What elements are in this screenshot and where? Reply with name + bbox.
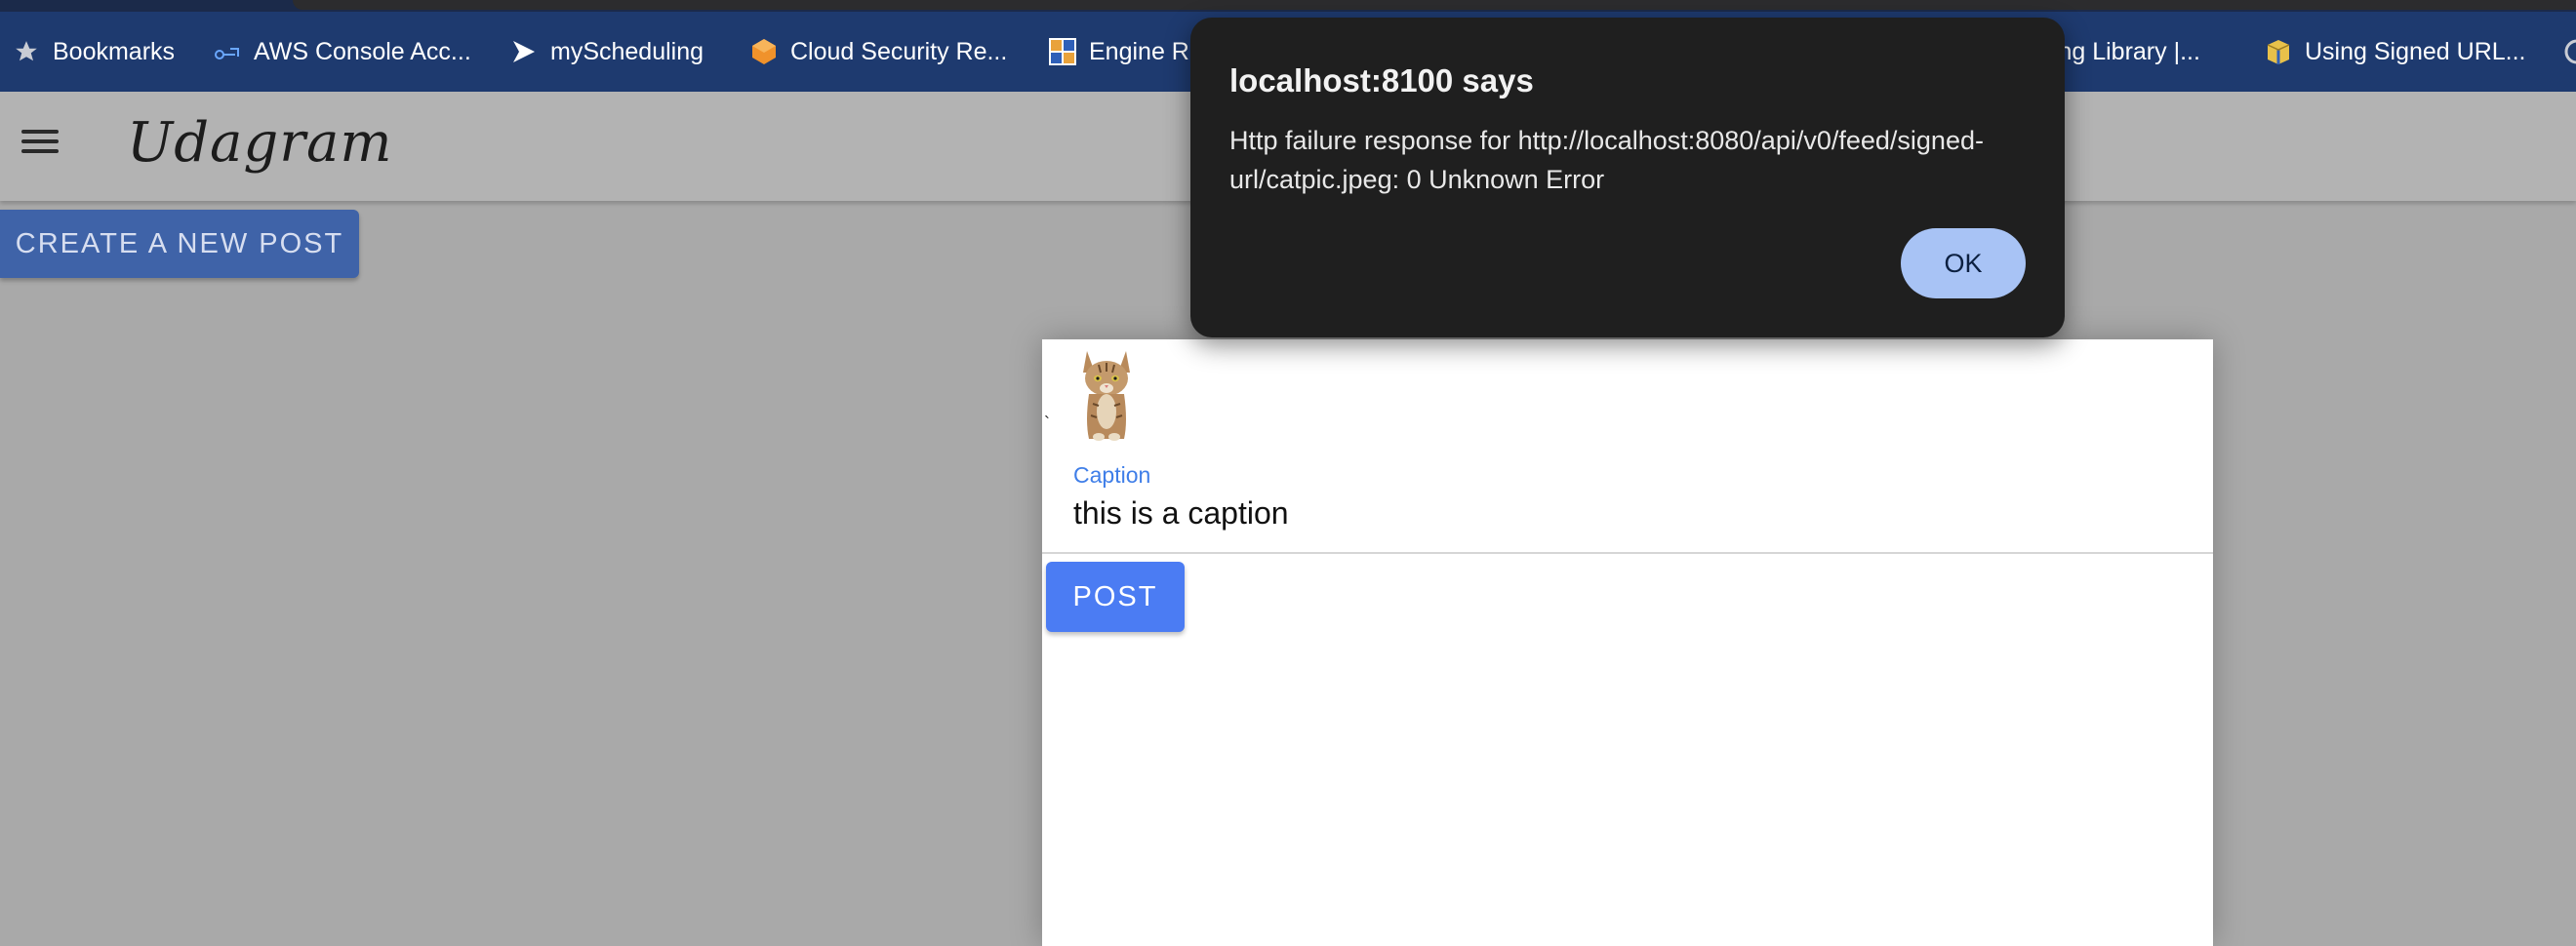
- bookmark-label: myScheduling: [550, 37, 704, 65]
- alert-title: localhost:8100 says: [1229, 62, 1534, 99]
- bookmark-bookmarks[interactable]: Bookmarks: [12, 23, 175, 80]
- bookmark-signed-url[interactable]: Using Signed URL...: [2264, 23, 2526, 80]
- aws-link-icon: [213, 37, 242, 66]
- bookmark-label: Cloud Security Re...: [790, 37, 1008, 65]
- post-button[interactable]: POST: [1046, 562, 1185, 632]
- bookmark-aws-console[interactable]: AWS Console Acc...: [213, 23, 471, 80]
- caption-input[interactable]: [1073, 495, 2147, 532]
- grid-logo-icon: [1048, 37, 1077, 66]
- globe-icon: [2562, 37, 2576, 66]
- browser-tab-strip: [0, 0, 2576, 12]
- cube-icon: [749, 37, 779, 66]
- tab-strip-shadow: [293, 0, 2576, 10]
- cat-image-preview: [1077, 343, 1136, 441]
- bookmark-label: Bookmarks: [53, 37, 176, 65]
- create-new-post-button[interactable]: CREATE A NEW POST: [0, 210, 359, 278]
- caption-label: Caption: [1073, 462, 1151, 488]
- bookmark-cloud-security[interactable]: Cloud Security Re...: [749, 23, 1007, 80]
- bookmark-myscheduling[interactable]: myScheduling: [509, 23, 704, 80]
- app-title: Udagram: [127, 111, 393, 175]
- alert-dialog: localhost:8100 says Http failure respons…: [1190, 18, 2065, 337]
- caption-underline: [1042, 552, 2213, 554]
- bookmark-label: Using Signed URL...: [2305, 37, 2526, 65]
- new-post-modal: ` Caption POST: [1042, 339, 2213, 946]
- bookmark-label: AWS Console Acc...: [254, 37, 471, 65]
- bookmark-overflow[interactable]: [2562, 23, 2576, 80]
- chevron-right-icon: [509, 37, 539, 66]
- star-icon: [12, 37, 41, 66]
- alert-message: Http failure response for http://localho…: [1229, 126, 1984, 194]
- alert-ok-button[interactable]: OK: [1901, 228, 2026, 298]
- bookmark-engine[interactable]: Engine R: [1048, 23, 1189, 80]
- hamburger-menu-icon[interactable]: [18, 127, 62, 166]
- box-icon: [2264, 37, 2293, 66]
- bookmark-label: Engine R: [1089, 37, 1189, 65]
- stray-mark: `: [1044, 414, 1050, 433]
